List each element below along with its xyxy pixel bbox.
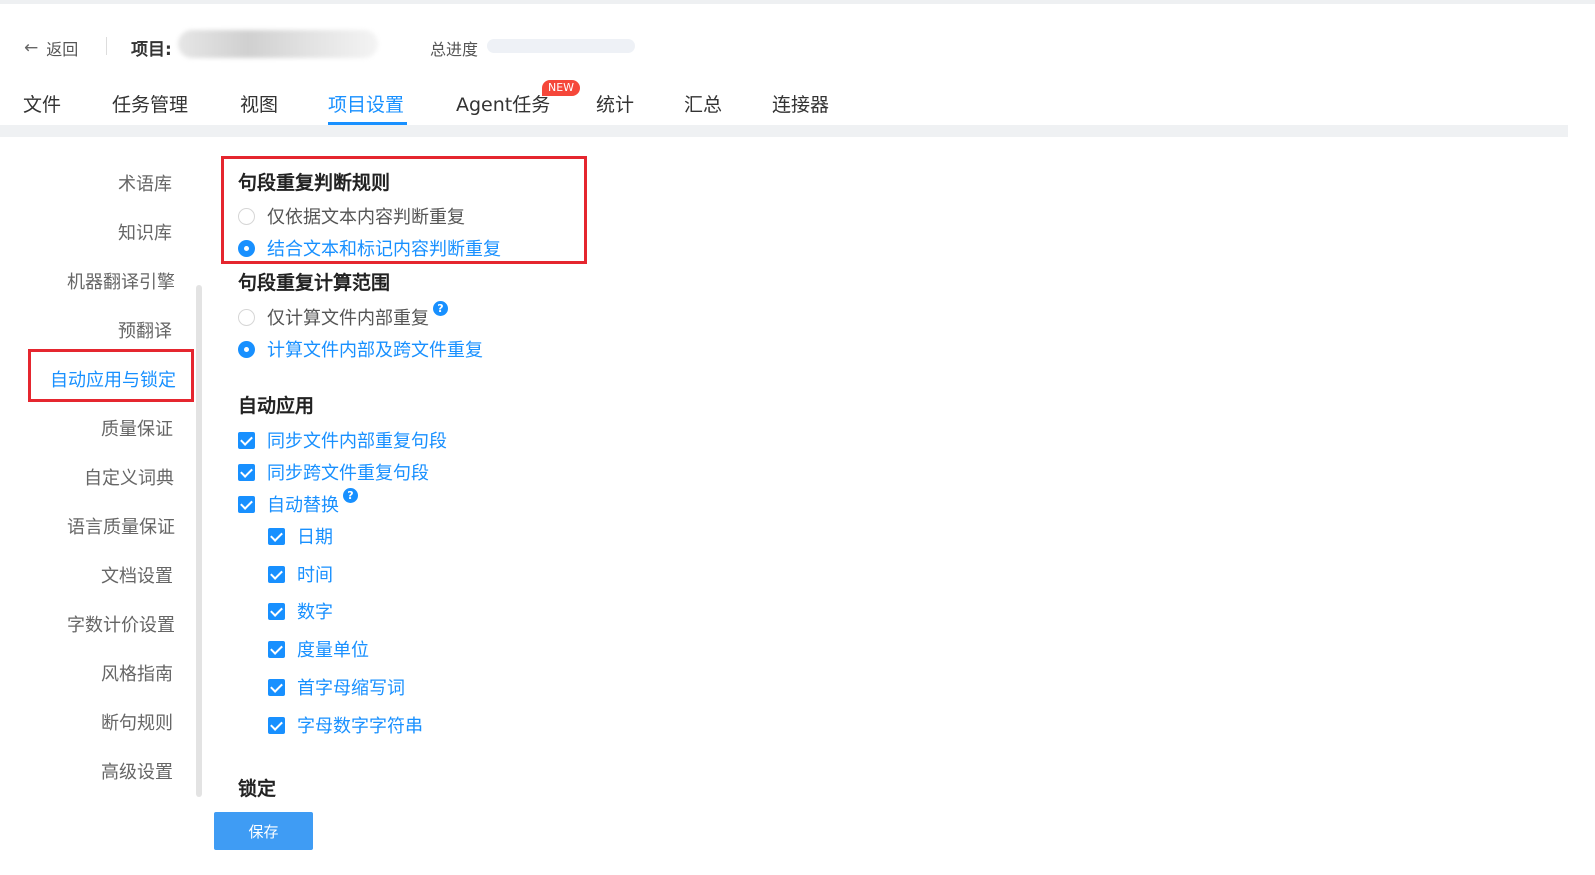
radio-within-and-cross-file[interactable]: 计算文件内部及跨文件重复 — [238, 336, 483, 362]
checkbox-label: 同步跨文件重复句段 — [267, 463, 429, 484]
checkbox-label: 时间 — [297, 565, 333, 586]
sidebar-item-advanced-settings[interactable]: 高级设置 — [101, 758, 1567, 784]
checkbox-label: 同步文件内部重复句段 — [267, 431, 447, 452]
section-title-repeat-scope: 句段重复计算范围 — [238, 272, 391, 294]
header-divider — [106, 37, 107, 55]
progress-bar — [487, 39, 635, 53]
section-title-lock: 锁定 — [238, 778, 277, 800]
checkbox-checked — [238, 431, 255, 449]
checkbox-auto-replace[interactable]: 自动替换 ? — [238, 487, 358, 517]
radio-circle — [238, 308, 255, 326]
checkbox-acronym[interactable]: 首字母缩写词 — [268, 674, 405, 700]
checkbox-measurement-unit[interactable]: 度量单位 — [268, 636, 369, 662]
back-label: 返回 — [46, 40, 79, 59]
sidebar-highlight-box — [28, 349, 194, 402]
checkbox-label: 自动替换 — [267, 495, 339, 516]
tab-view[interactable]: 视图 — [240, 90, 278, 117]
tab-project-settings[interactable]: 项目设置 — [328, 90, 404, 117]
progress-label: 总进度 — [430, 40, 479, 59]
project-name-redacted — [178, 30, 378, 58]
sidebar-scrollbar[interactable] — [196, 285, 202, 797]
sidebar-item-auto-apply-lock[interactable]: 自动应用与锁定 — [50, 366, 1567, 392]
checkbox-checked — [238, 463, 255, 481]
arrow-left-icon: ← — [24, 38, 39, 58]
tabs-divider — [0, 125, 1568, 137]
tab-summary[interactable]: 汇总 — [684, 90, 722, 117]
tab-task-management[interactable]: 任务管理 — [112, 90, 188, 117]
project-label: 项目: — [131, 40, 172, 60]
help-icon[interactable]: ? — [433, 300, 448, 316]
checkbox-label: 首字母缩写词 — [297, 678, 405, 699]
tab-files[interactable]: 文件 — [23, 90, 61, 117]
checkbox-time[interactable]: 时间 — [268, 561, 333, 587]
back-button[interactable]: ← 返回 — [24, 36, 78, 60]
repeat-rule-highlight-box — [221, 156, 587, 264]
checkbox-label: 日期 — [297, 527, 333, 548]
checkbox-checked — [268, 716, 285, 734]
tab-statistics[interactable]: 统计 — [596, 90, 634, 117]
checkbox-alphanumeric[interactable]: 字母数字字符串 — [268, 712, 423, 738]
checkbox-checked — [268, 602, 285, 620]
checkbox-label: 字母数字字符串 — [297, 716, 423, 737]
radio-label: 仅计算文件内部重复 — [267, 308, 429, 329]
checkbox-checked — [268, 678, 285, 696]
radio-circle-checked — [238, 340, 255, 358]
checkbox-checked — [268, 565, 285, 583]
checkbox-date[interactable]: 日期 — [268, 523, 333, 549]
checkbox-sync-within-file[interactable]: 同步文件内部重复句段 — [238, 427, 447, 453]
checkbox-checked — [238, 495, 255, 513]
header-bar: ← 返回 项目: 总进度 — [0, 28, 1595, 64]
top-strip — [0, 0, 1595, 4]
checkbox-number[interactable]: 数字 — [268, 598, 333, 624]
checkbox-checked — [268, 527, 285, 545]
save-button[interactable]: 保存 — [214, 812, 313, 850]
checkbox-label: 度量单位 — [297, 640, 369, 661]
section-title-auto-apply: 自动应用 — [238, 395, 315, 417]
tab-agent-tasks[interactable]: Agent任务 — [456, 90, 550, 117]
tab-connectors[interactable]: 连接器 — [772, 90, 829, 117]
checkbox-sync-cross-file[interactable]: 同步跨文件重复句段 — [238, 459, 429, 485]
main-tabs: 文件 任务管理 视图 项目设置 Agent任务 NEW 统计 汇总 连接器 — [0, 80, 1595, 126]
help-icon[interactable]: ? — [343, 487, 358, 503]
radio-within-file[interactable]: 仅计算文件内部重复 ? — [238, 300, 448, 330]
checkbox-label: 数字 — [297, 602, 333, 623]
checkbox-checked — [268, 640, 285, 658]
radio-label: 计算文件内部及跨文件重复 — [267, 340, 483, 361]
new-badge: NEW — [542, 80, 581, 96]
